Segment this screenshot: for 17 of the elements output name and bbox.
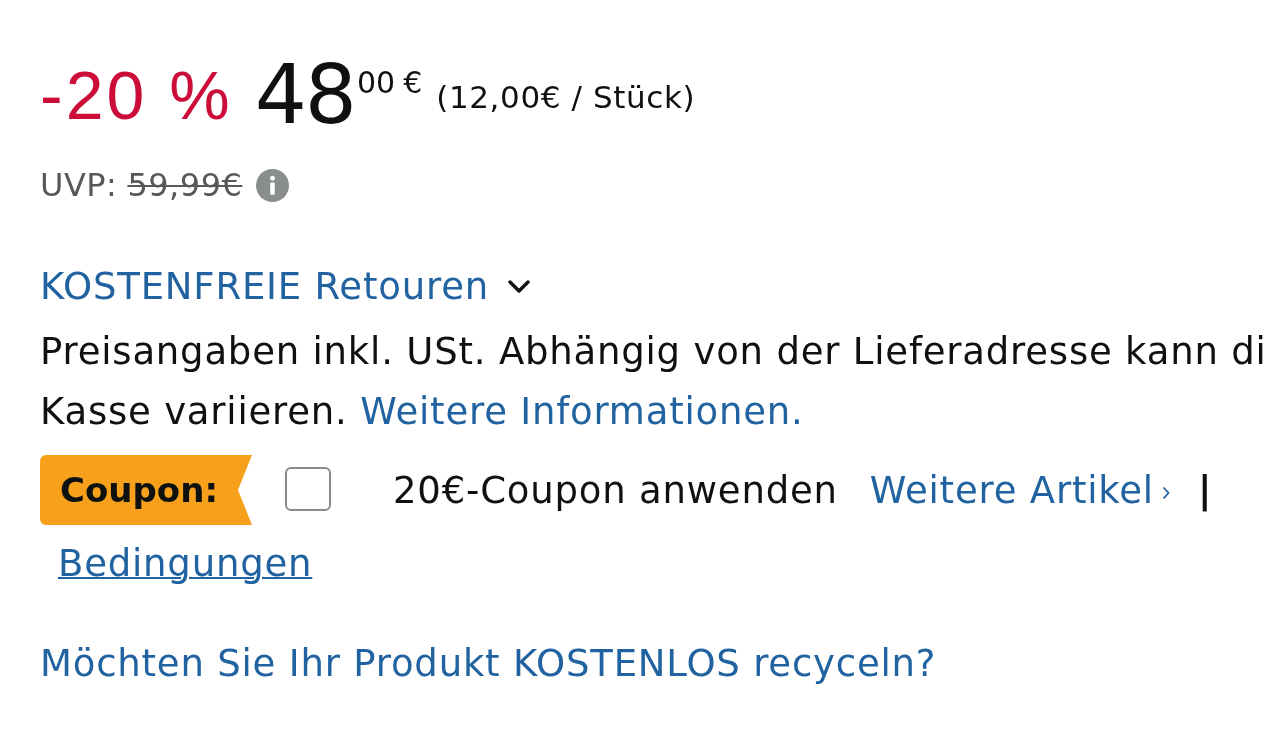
list-price: 59,99€ (127, 166, 243, 204)
coupon-tag: Coupon: (40, 455, 252, 525)
chevron-right-icon (1161, 486, 1170, 500)
more-items-link[interactable]: Weitere Artikel (869, 468, 1170, 512)
recycle-link[interactable]: Möchten Sie Ihr Produkt KOSTENLOS recyceln? (40, 641, 937, 685)
terms-link[interactable]: Bedingungen (58, 541, 313, 585)
free-returns-link[interactable]: KOSTENFREIE Retouren (40, 262, 531, 312)
more-info-link[interactable]: Weitere Informationen. (360, 390, 804, 433)
coupon-label: 20€-Coupon anwenden (393, 468, 838, 512)
unit-price: (12,00€ / Stück) (436, 82, 696, 112)
coupon-checkbox[interactable] (285, 467, 331, 511)
discount-percent: -20 % (40, 56, 233, 135)
info-icon[interactable] (256, 168, 290, 202)
list-price-label: UVP: (40, 166, 118, 204)
separator: | (1197, 468, 1213, 512)
chevron-down-icon (506, 279, 531, 295)
price-notice: Preisangaben inkl. USt. Abhängig von der Lieferadresse kann di Kasse variieren. Weitere Informationen. (40, 329, 1267, 435)
